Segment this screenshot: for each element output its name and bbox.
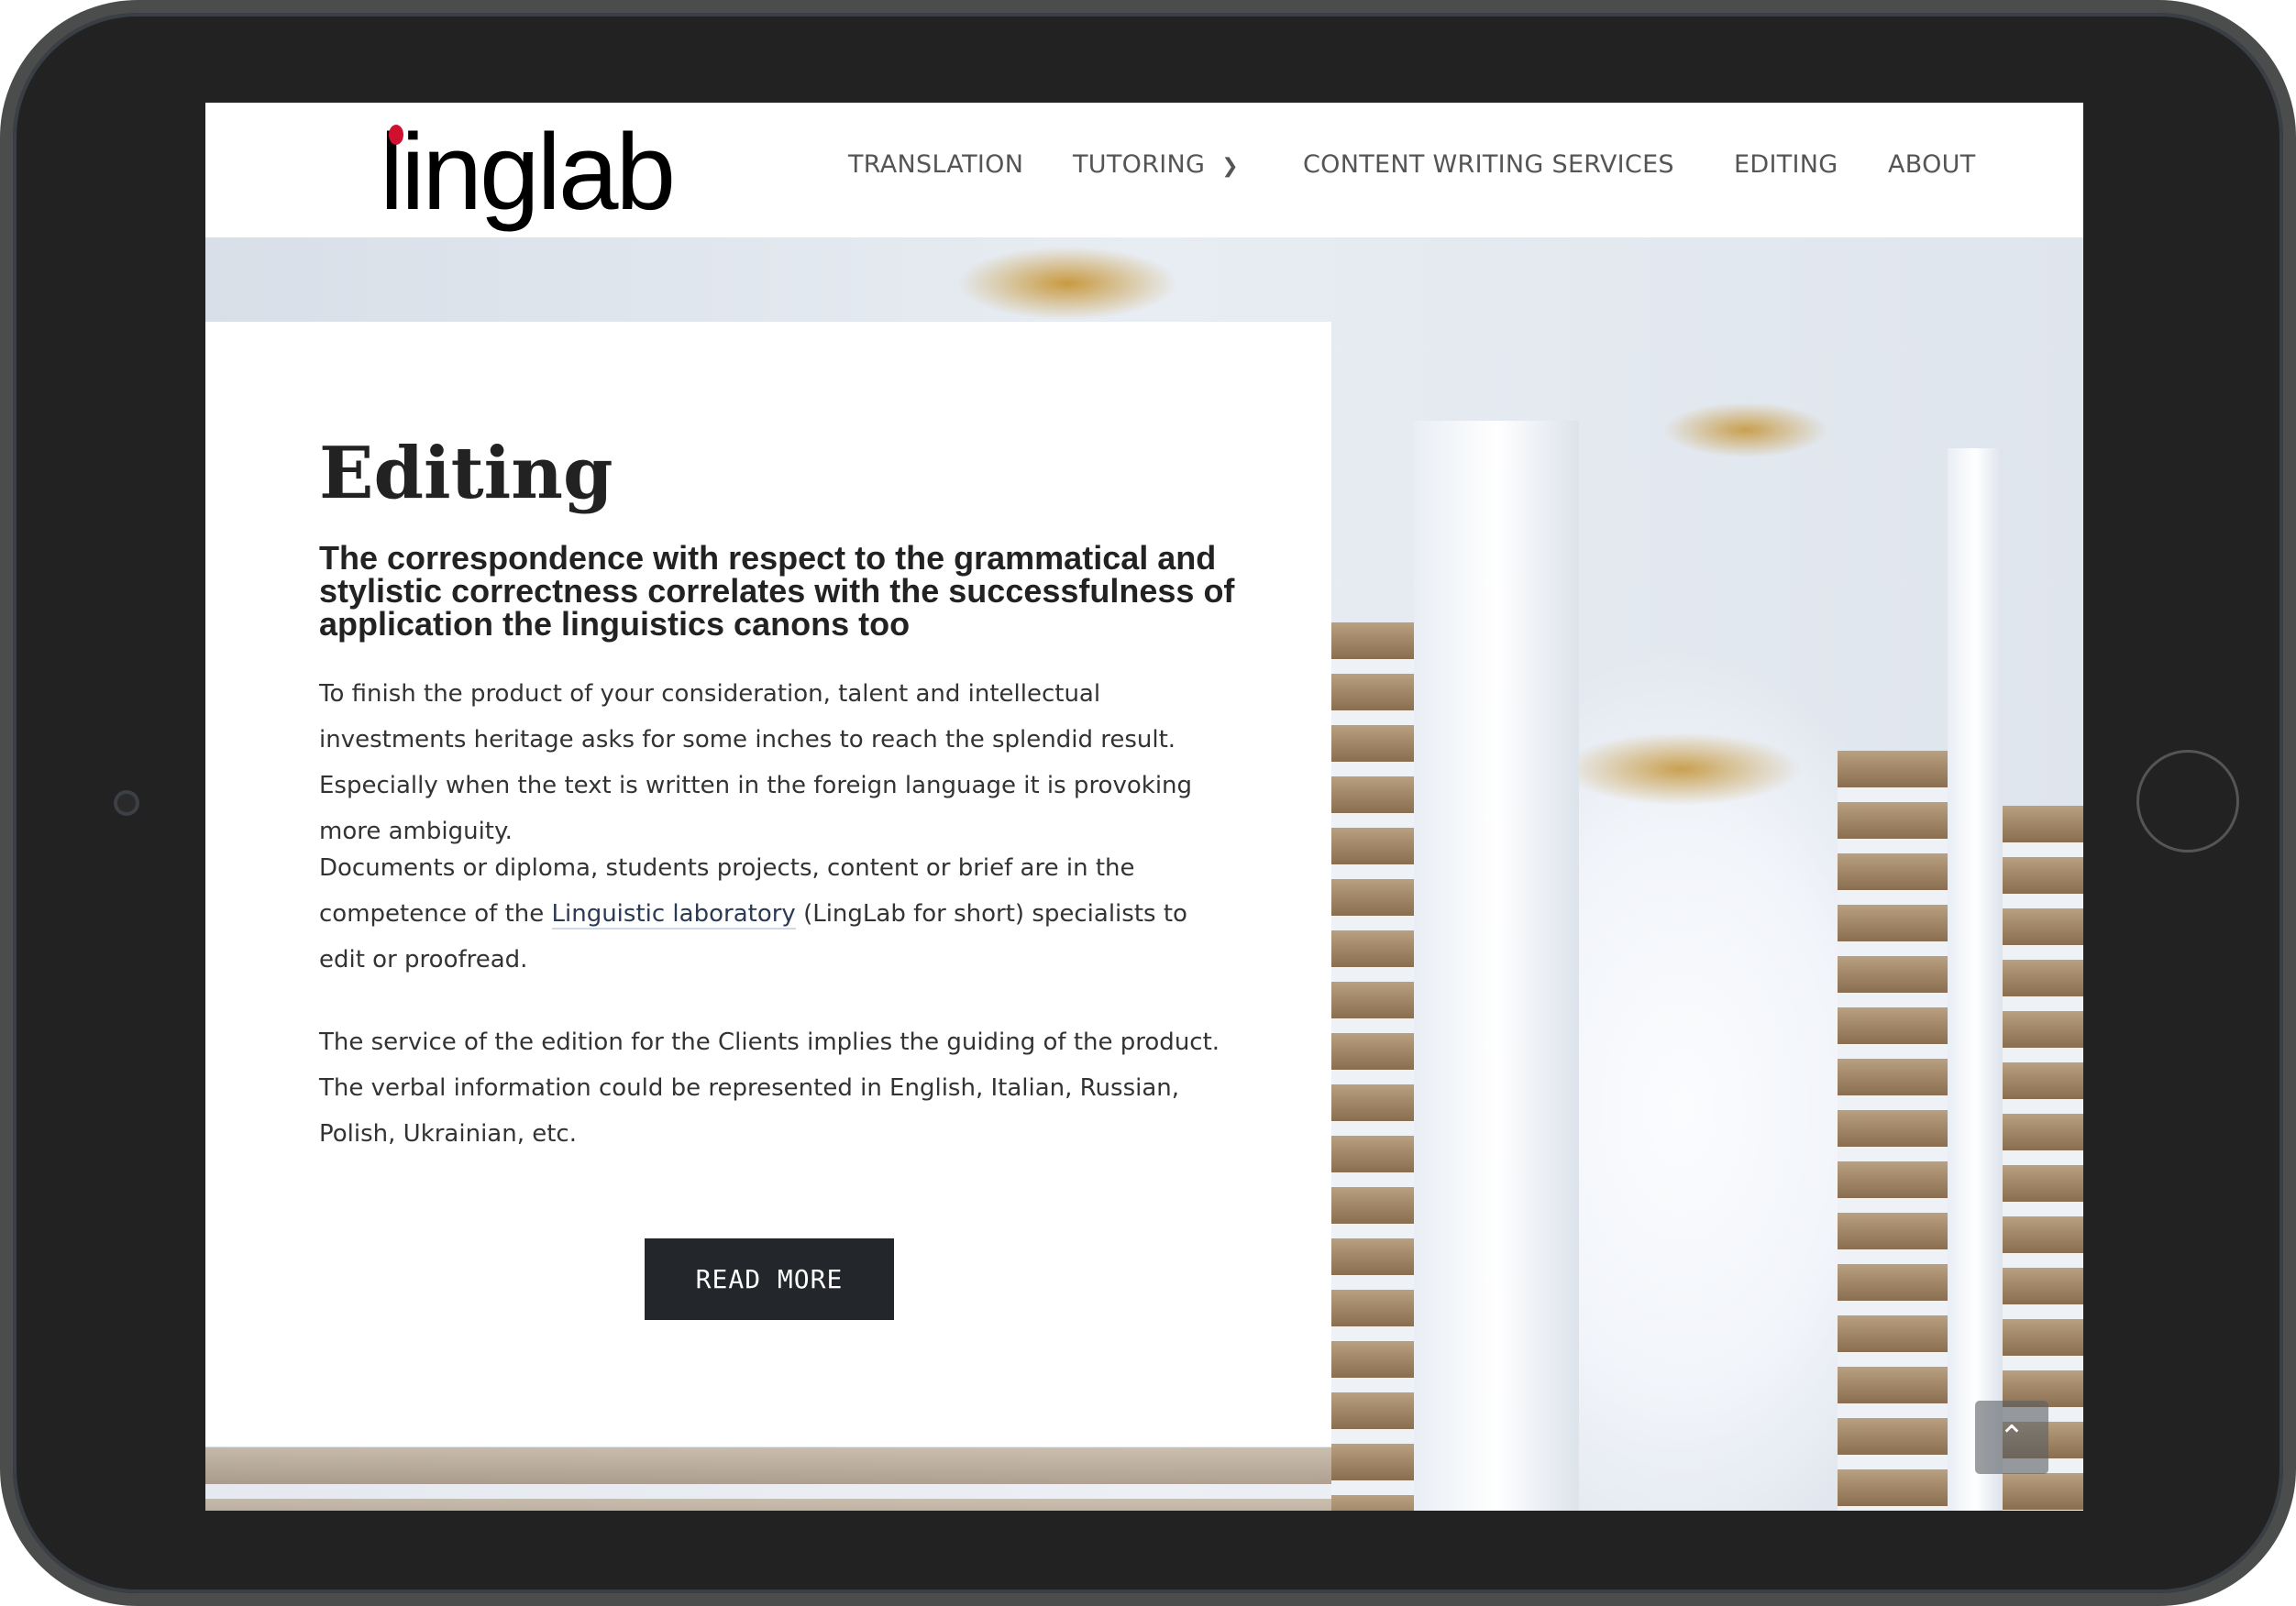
nav-content-writing[interactable]: CONTENT WRITING SERVICES <box>1303 150 1674 179</box>
paragraph-3: The service of the edition for the Clien… <box>319 1028 1220 1148</box>
nav-editing[interactable]: EDITING <box>1734 150 1838 179</box>
chevron-down-icon[interactable]: ❯ <box>1221 155 1239 178</box>
page-title: Editing <box>319 432 613 515</box>
paragraph-1: To finish the product of your considerat… <box>319 680 1193 845</box>
site-header: linglab TRANSLATION TUTORING ❯ CONTENT WR… <box>205 103 2083 237</box>
paragraph-2: Documents or diploma, students projects,… <box>319 845 1236 983</box>
bookshelf <box>1838 751 1948 1511</box>
camera-icon <box>114 790 139 816</box>
logo[interactable]: linglab <box>380 110 676 235</box>
home-button[interactable] <box>2136 750 2239 852</box>
bookshelf <box>1331 622 1414 1511</box>
nav-about[interactable]: ABOUT <box>1888 150 1976 179</box>
screen: linglab TRANSLATION TUTORING ❯ CONTENT WR… <box>205 103 2083 1511</box>
nav-tutoring[interactable]: TUTORING ❯ <box>1073 150 1239 179</box>
nav-translation[interactable]: TRANSLATION <box>848 150 1023 179</box>
column <box>1948 448 2003 1511</box>
scroll-to-top-button[interactable]: ⌃ <box>1975 1401 2048 1474</box>
linguistic-laboratory-link[interactable]: Linguistic laboratory <box>551 900 796 930</box>
content-card: Editing The correspondence with respect … <box>205 322 1331 1446</box>
page-subtitle: The correspondence with respect to the g… <box>319 539 1235 643</box>
column <box>1414 421 1579 1511</box>
logo-dot <box>389 125 403 145</box>
read-more-button[interactable]: READ MORE <box>645 1238 894 1320</box>
bookshelf <box>205 1447 1331 1511</box>
nav-tutoring-label: TUTORING <box>1073 150 1206 179</box>
chevron-up-icon: ⌃ <box>1998 1419 2026 1456</box>
